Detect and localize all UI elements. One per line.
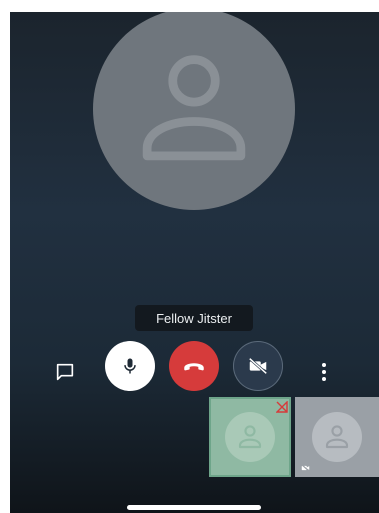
hangup-button[interactable] [169, 341, 219, 391]
large-participant-avatar [93, 12, 295, 210]
microphone-button[interactable] [105, 341, 155, 391]
user-avatar-icon [325, 425, 349, 449]
chat-button[interactable] [46, 353, 84, 391]
connection-warning-icon [276, 401, 288, 413]
video-muted-icon [301, 464, 310, 472]
more-vertical-icon [322, 363, 326, 381]
chat-icon [56, 363, 74, 381]
video-toggle-button[interactable] [233, 341, 283, 391]
local-avatar [225, 412, 275, 462]
remote-participant-thumbnail[interactable] [295, 397, 379, 477]
user-avatar-icon [142, 55, 246, 161]
video-off-icon [248, 357, 268, 375]
participant-name-label: Fellow Jitster [135, 305, 253, 331]
remote-avatar [312, 412, 362, 462]
microphone-icon [124, 358, 136, 374]
conference-view: Fellow Jitster [10, 12, 379, 513]
hangup-icon [184, 363, 204, 371]
home-indicator[interactable] [127, 505, 261, 510]
local-participant-thumbnail[interactable] [209, 397, 291, 477]
participant-name: Fellow Jitster [156, 310, 232, 326]
more-options-button[interactable] [307, 353, 341, 391]
user-avatar-icon [238, 425, 262, 449]
